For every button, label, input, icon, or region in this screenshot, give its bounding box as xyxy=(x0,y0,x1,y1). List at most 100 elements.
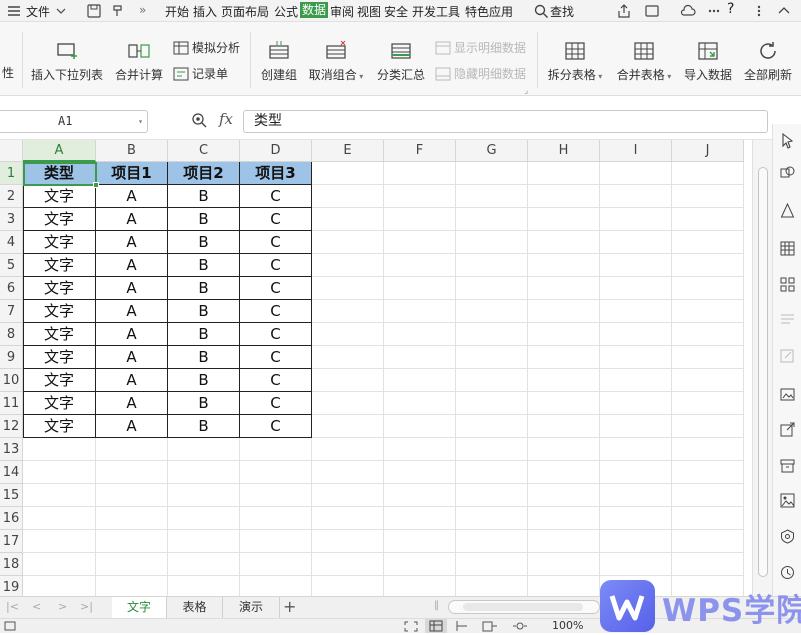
cell-f2[interactable] xyxy=(384,185,456,208)
cell-f8[interactable] xyxy=(384,323,456,346)
cell-d11[interactable]: C xyxy=(240,392,312,415)
vertical-scroll-thumb[interactable] xyxy=(758,167,768,577)
cell-j17[interactable] xyxy=(672,530,744,553)
cell-a17[interactable] xyxy=(23,530,96,553)
cell-a9[interactable]: 文字 xyxy=(23,346,96,369)
ungroup-button[interactable]: 取消组合 ▾ xyxy=(306,40,366,83)
row-header-17[interactable]: 17 xyxy=(0,530,23,553)
cell-e3[interactable] xyxy=(312,208,384,231)
cell-f10[interactable] xyxy=(384,369,456,392)
cell-d12[interactable]: C xyxy=(240,415,312,438)
tab-view[interactable]: 视图 xyxy=(357,3,381,20)
shield-icon[interactable] xyxy=(779,528,796,545)
cell-i13[interactable] xyxy=(600,438,672,461)
horizontal-scrollbar[interactable] xyxy=(448,600,600,614)
tab-security[interactable]: 安全 xyxy=(384,3,408,20)
cell-j16[interactable] xyxy=(672,507,744,530)
fx-icon[interactable]: fx xyxy=(219,110,233,128)
cell-g8[interactable] xyxy=(456,323,528,346)
cell-j5[interactable] xyxy=(672,254,744,277)
cell-b4[interactable]: A xyxy=(96,231,168,254)
search-label[interactable]: 查找 xyxy=(550,3,574,20)
cell-e19[interactable] xyxy=(312,576,384,596)
subtotal-button[interactable]: 分类汇总 xyxy=(376,40,426,83)
cell-c13[interactable] xyxy=(168,438,240,461)
cell-h14[interactable] xyxy=(528,461,600,484)
cell-g11[interactable] xyxy=(456,392,528,415)
cell-e1[interactable] xyxy=(312,162,384,185)
vertical-scrollbar[interactable] xyxy=(752,140,772,596)
cell-b8[interactable]: A xyxy=(96,323,168,346)
cell-f9[interactable] xyxy=(384,346,456,369)
cell-f12[interactable] xyxy=(384,415,456,438)
row-header-15[interactable]: 15 xyxy=(0,484,23,507)
fill-handle[interactable] xyxy=(93,182,99,188)
page-layout-view-icon[interactable] xyxy=(482,620,498,632)
cell-c4[interactable]: B xyxy=(168,231,240,254)
more-options-icon[interactable] xyxy=(706,3,722,19)
cell-c3[interactable]: B xyxy=(168,208,240,231)
tab-insert[interactable]: 插入 xyxy=(193,3,217,20)
cell-f11[interactable] xyxy=(384,392,456,415)
cell-j6[interactable] xyxy=(672,277,744,300)
picture-icon[interactable] xyxy=(779,492,796,509)
cell-d9[interactable]: C xyxy=(240,346,312,369)
cell-d10[interactable]: C xyxy=(240,369,312,392)
cell-h2[interactable] xyxy=(528,185,600,208)
row-header-12[interactable]: 12 xyxy=(0,415,23,438)
cell-g17[interactable] xyxy=(456,530,528,553)
last-sheet-icon[interactable]: >| xyxy=(80,600,93,613)
cell-d18[interactable] xyxy=(240,553,312,576)
cell-g1[interactable] xyxy=(456,162,528,185)
add-sheet-icon[interactable]: + xyxy=(283,597,296,616)
cell-f17[interactable] xyxy=(384,530,456,553)
cell-j14[interactable] xyxy=(672,461,744,484)
cell-h13[interactable] xyxy=(528,438,600,461)
cell-b12[interactable]: A xyxy=(96,415,168,438)
cell-j12[interactable] xyxy=(672,415,744,438)
record-button[interactable]: 记录单 xyxy=(173,65,228,82)
cell-g5[interactable] xyxy=(456,254,528,277)
cell-b14[interactable] xyxy=(96,461,168,484)
cell-j4[interactable] xyxy=(672,231,744,254)
cell-b11[interactable]: A xyxy=(96,392,168,415)
cell-e2[interactable] xyxy=(312,185,384,208)
shapes-icon[interactable] xyxy=(779,164,796,181)
cell-h7[interactable] xyxy=(528,300,600,323)
cell-g12[interactable] xyxy=(456,415,528,438)
column-header-f[interactable]: F xyxy=(384,140,456,162)
cell-d14[interactable] xyxy=(240,461,312,484)
cell-g10[interactable] xyxy=(456,369,528,392)
cell-a7[interactable]: 文字 xyxy=(23,300,96,323)
cell-i6[interactable] xyxy=(600,277,672,300)
cell-h15[interactable] xyxy=(528,484,600,507)
cell-g7[interactable] xyxy=(456,300,528,323)
cell-c18[interactable] xyxy=(168,553,240,576)
cell-h5[interactable] xyxy=(528,254,600,277)
spreadsheet-grid[interactable]: ABCDEFGHIJ 1 2 3 4 5 6 7 8 9 10 11 12 13 14 15 16 17 18 19… xyxy=(0,140,752,596)
cell-c14[interactable] xyxy=(168,461,240,484)
cell-f16[interactable] xyxy=(384,507,456,530)
row-header-13[interactable]: 13 xyxy=(0,438,23,461)
cell-d5[interactable]: C xyxy=(240,254,312,277)
cell-e18[interactable] xyxy=(312,553,384,576)
more-options-icon-2[interactable] xyxy=(751,3,767,19)
cell-d8[interactable]: C xyxy=(240,323,312,346)
help-icon[interactable]: ? xyxy=(727,1,734,17)
hide-detail-button[interactable]: 隐藏明细数据 xyxy=(435,65,526,82)
merge-table-button[interactable]: 合并表格 ▾ xyxy=(614,40,674,83)
cell-c16[interactable] xyxy=(168,507,240,530)
cell-e17[interactable] xyxy=(312,530,384,553)
sync-icon[interactable] xyxy=(644,3,660,19)
row-header-8[interactable]: 8 xyxy=(0,323,23,346)
row-header-6[interactable]: 6 xyxy=(0,277,23,300)
cursor-icon[interactable] xyxy=(779,132,796,149)
row-header-18[interactable]: 18 xyxy=(0,553,23,576)
archive-icon[interactable] xyxy=(779,457,796,474)
normal-view-button[interactable] xyxy=(425,619,447,633)
cell-j18[interactable] xyxy=(672,553,744,576)
cell-i16[interactable] xyxy=(600,507,672,530)
cell-d13[interactable] xyxy=(240,438,312,461)
cell-f14[interactable] xyxy=(384,461,456,484)
cell-b16[interactable] xyxy=(96,507,168,530)
